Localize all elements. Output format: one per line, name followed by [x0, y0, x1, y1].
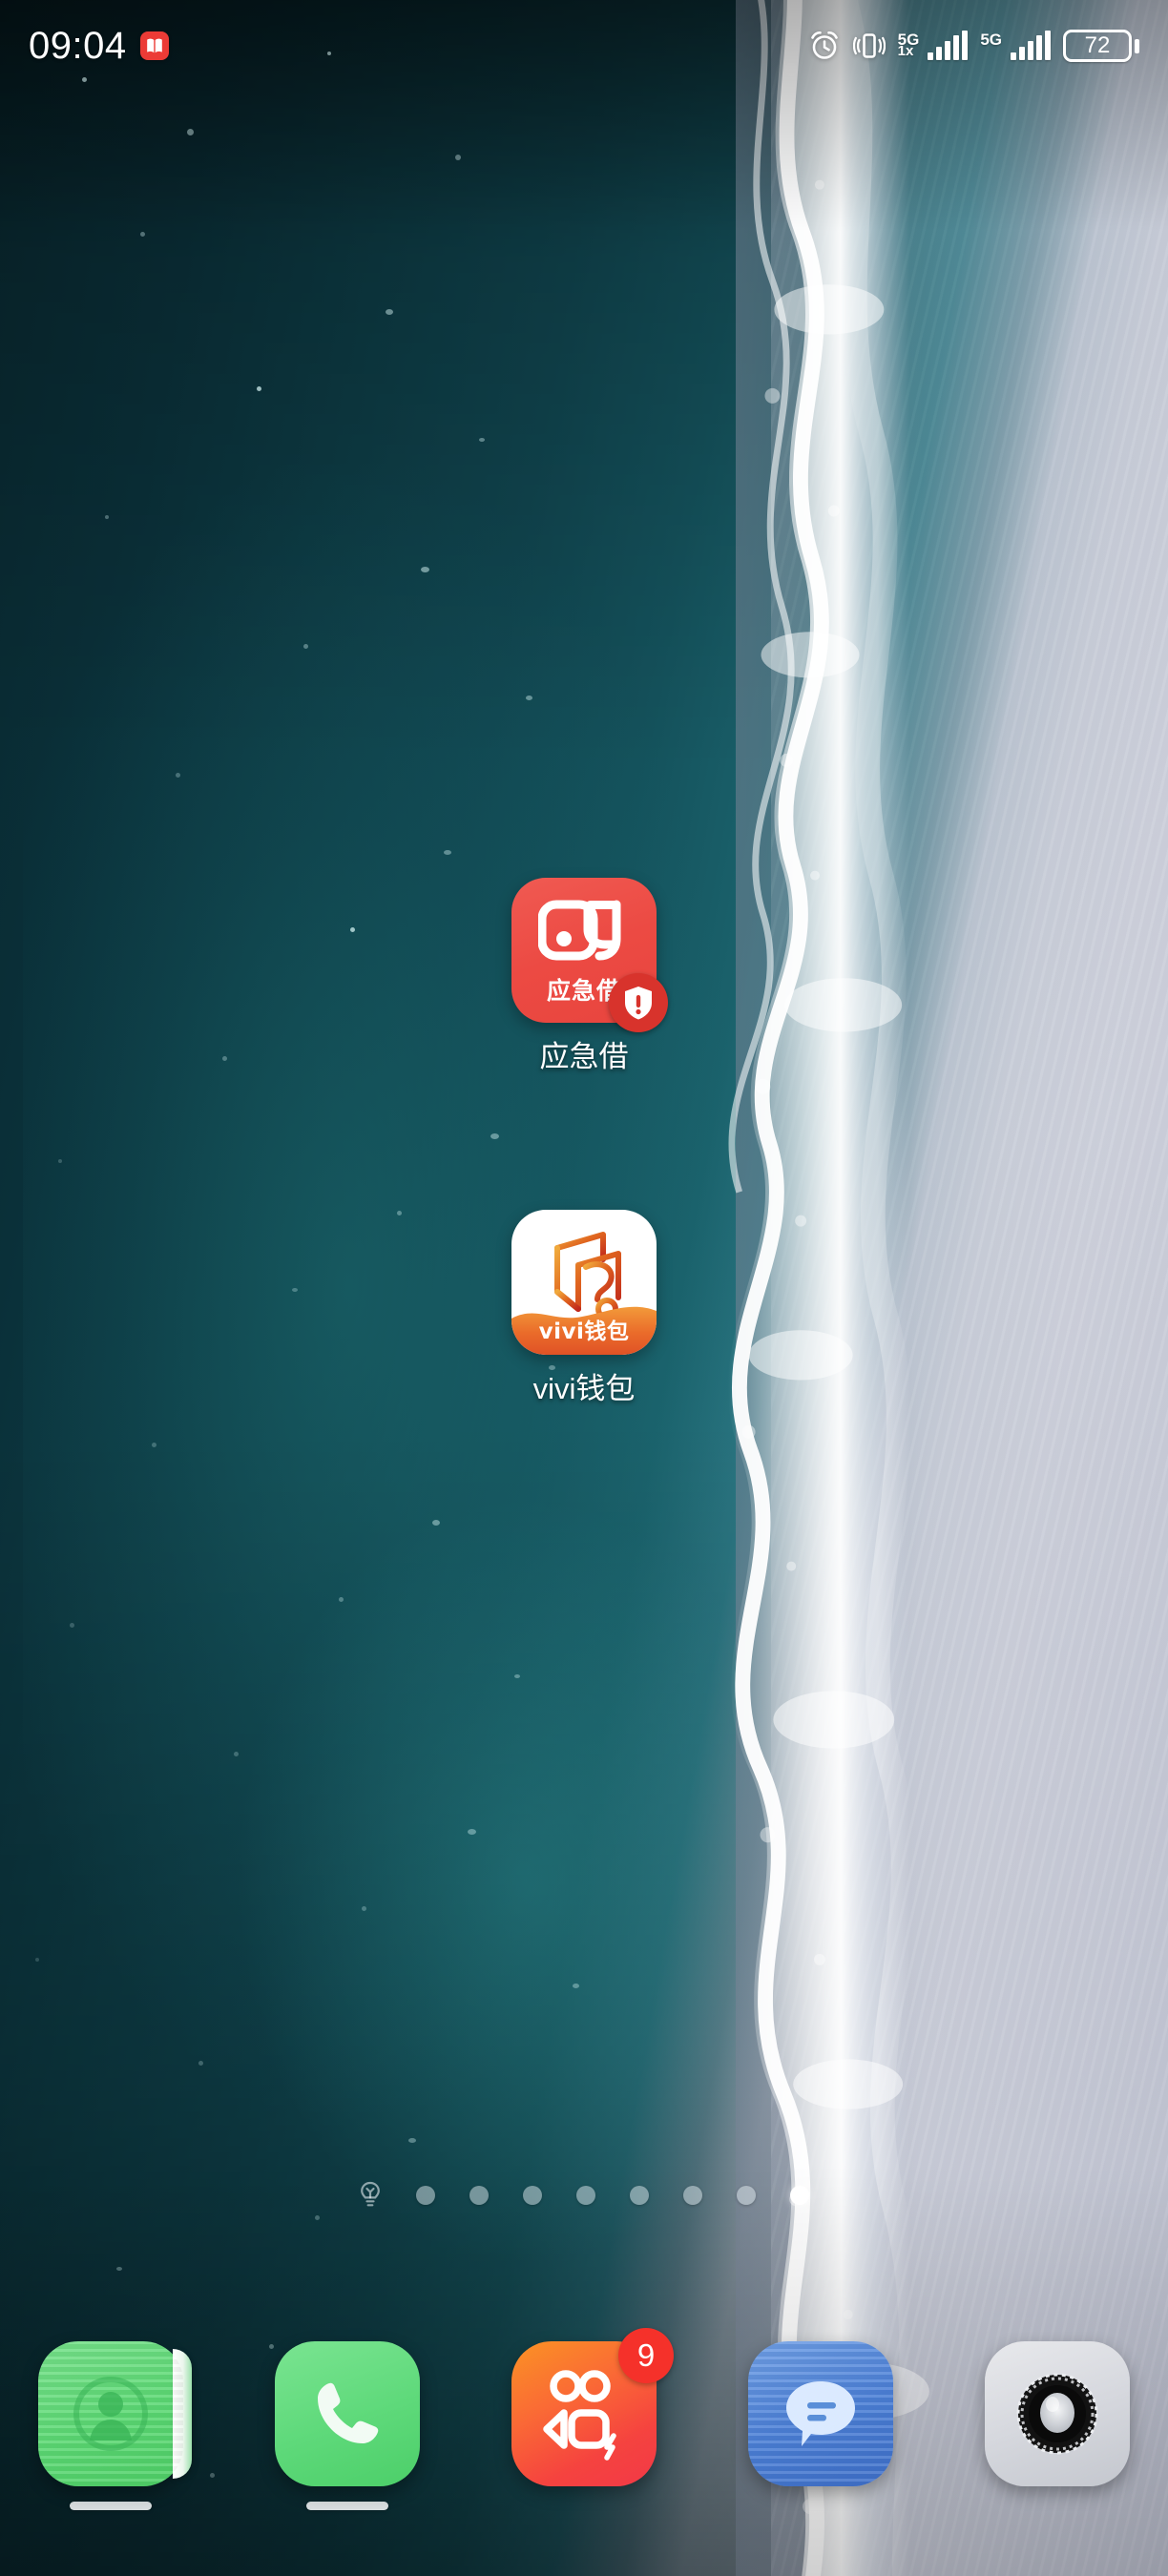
battery-terminal: [1135, 38, 1139, 53]
vivi-wallet-app-icon[interactable]: vivi钱包: [511, 1210, 657, 1355]
security-warning-badge[interactable]: [609, 973, 668, 1032]
alarm-clock-icon: [808, 30, 841, 62]
vibrate-mode-icon: [852, 30, 886, 62]
sim1-signal-bars: [928, 31, 969, 60]
sim1-signal: 5G 1x: [898, 31, 969, 60]
status-bar-clock: 09:04: [29, 24, 127, 67]
page-dot[interactable]: [630, 2186, 649, 2205]
app-label: 应急借: [539, 1040, 629, 1073]
contacts-icon[interactable]: [38, 2341, 192, 2486]
sim1-secondary-label: 1x: [897, 43, 914, 59]
reading-book-icon[interactable]: [139, 31, 169, 60]
page-dot[interactable]: [576, 2186, 595, 2205]
yingjijie-logo-mark: [537, 895, 630, 964]
phone-icon[interactable]: [275, 2341, 420, 2486]
page-dot[interactable]: [737, 2186, 756, 2205]
page-dot[interactable]: [523, 2186, 542, 2205]
dock: 9: [0, 2290, 1168, 2576]
page-indicator[interactable]: [0, 2181, 1168, 2210]
status-bar[interactable]: 09:04 5G 1x 5G 72: [0, 0, 1168, 92]
battery-indicator: 72: [1063, 30, 1139, 62]
app-yingjijie[interactable]: 应急借 应急借: [493, 878, 675, 1074]
page-dot[interactable]: [683, 2186, 702, 2205]
sim2-signal: 5G: [980, 31, 1051, 60]
page-dot[interactable]: [416, 2186, 435, 2205]
app-vivi-wallet[interactable]: vivi钱包 vivi钱包: [493, 1210, 675, 1406]
yingjijie-app-icon[interactable]: 应急借: [511, 878, 668, 1032]
recent-app-indicator: [70, 2502, 152, 2510]
sim2-signal-bars: [1011, 31, 1051, 60]
vivi-wallet-icon-text: vivi钱包: [538, 1319, 630, 1344]
dock-app-contacts[interactable]: [27, 2341, 195, 2510]
dock-app-camera[interactable]: [973, 2341, 1141, 2486]
lightbulb-icon[interactable]: [359, 2181, 382, 2210]
recent-app-indicator: [306, 2502, 388, 2510]
status-bar-left: 09:04: [29, 25, 169, 68]
messages-icon[interactable]: [748, 2341, 893, 2486]
page-dot-active[interactable]: [790, 2186, 809, 2205]
page-dot[interactable]: [469, 2186, 489, 2205]
notification-badge: 9: [618, 2328, 674, 2383]
battery-shell: 72: [1063, 30, 1132, 62]
camera-icon[interactable]: [985, 2341, 1130, 2486]
status-bar-right: 5G 1x 5G 72: [808, 30, 1139, 62]
dock-app-phone[interactable]: [263, 2341, 431, 2510]
app-label: vivi钱包: [532, 1372, 636, 1405]
home-screen-app-grid: 应急借 应急借 vivi钱包 vivi钱包: [0, 0, 1168, 2175]
dock-app-kuaishou[interactable]: 9: [500, 2328, 674, 2486]
battery-percent: 72: [1084, 32, 1111, 58]
sim2-network-label: 5G: [980, 31, 1002, 49]
dock-app-messages[interactable]: [737, 2341, 905, 2486]
